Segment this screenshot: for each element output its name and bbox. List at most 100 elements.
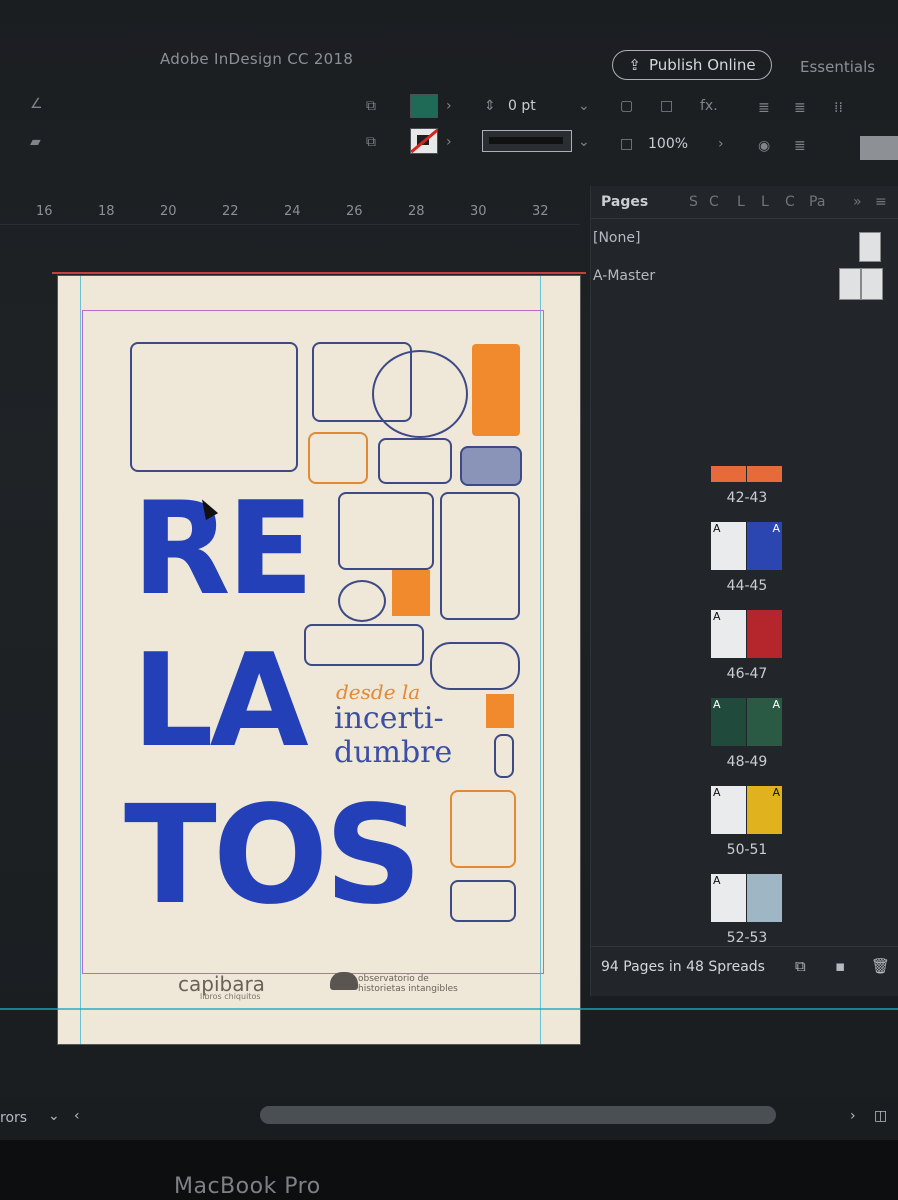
align-icon[interactable]: ⧉: [366, 98, 376, 114]
wrap-object-icon[interactable]: ◉: [758, 138, 770, 154]
chevron-down-icon[interactable]: ⌄: [48, 1108, 60, 1124]
opacity-chevron-icon[interactable]: ›: [718, 136, 724, 152]
grid-icon[interactable]: ⁞⁞: [834, 100, 843, 116]
publish-label: Publish Online: [648, 56, 756, 74]
panel-expand-icon[interactable]: »: [853, 194, 862, 210]
pencil-icon[interactable]: ∠: [30, 96, 43, 112]
spread-label: 46-47: [726, 666, 768, 682]
stroke-type-dropdown[interactable]: [482, 130, 572, 152]
pages-panel-footer: 94 Pages in 48 Spreads ⧉ ▪ 🗑: [591, 946, 898, 987]
stroke-weight-input[interactable]: 0 pt: [508, 98, 536, 114]
new-page-icon[interactable]: ▪: [835, 957, 845, 975]
spread-thumb[interactable]: A: [711, 610, 783, 658]
master-letter: A: [772, 522, 780, 535]
effects-icon[interactable]: fx.: [700, 98, 718, 114]
face-illustration: [430, 642, 520, 690]
tab-l[interactable]: L: [737, 194, 745, 210]
horizontal-guide: [0, 1008, 898, 1010]
master-letter: A: [772, 786, 780, 799]
spread-thumb[interactable]: A A: [711, 698, 783, 746]
opacity-input[interactable]: 100%: [648, 136, 688, 152]
speech-bubble: [378, 438, 452, 484]
tab-c[interactable]: C: [709, 194, 719, 210]
orange-shape: [472, 344, 520, 436]
master-none-thumb[interactable]: [859, 232, 881, 262]
page-thumb: A: [711, 698, 746, 746]
subtitle[interactable]: incerti- dumbre: [334, 702, 452, 770]
face-illustration: [372, 350, 468, 438]
upload-icon: ⇪: [628, 56, 641, 74]
tab-pa[interactable]: Pa: [809, 194, 825, 210]
master-a-left-thumb[interactable]: [839, 268, 861, 300]
rectangle-icon[interactable]: □: [660, 98, 673, 114]
document-page[interactable]: RE LA TOS desde la incerti- dumbre capib…: [52, 272, 586, 1044]
eraser-icon[interactable]: ▰: [30, 134, 41, 150]
horizontal-scrollbar[interactable]: [260, 1106, 776, 1124]
spread-label: 52-53: [726, 930, 768, 944]
frame-fitting-icon[interactable]: ▢: [620, 98, 633, 114]
cloud-logo-icon: [330, 972, 358, 990]
speech-bubble: [460, 446, 522, 486]
stroke-swatch[interactable]: [410, 128, 438, 154]
column-guide: [80, 276, 81, 1044]
tab-c2[interactable]: C: [785, 194, 795, 210]
tab-s[interactable]: S: [689, 194, 698, 210]
title-line-re[interactable]: RE: [132, 486, 314, 614]
edit-page-size-icon[interactable]: ⧉: [795, 957, 806, 975]
macbook-label: MacBook Pro: [174, 1174, 321, 1199]
page-thumb: [747, 874, 782, 922]
stroke-chevron-icon[interactable]: ›: [446, 134, 452, 150]
subtitle-line: dumbre: [334, 735, 453, 770]
stroke-type-chevron-icon[interactable]: ⌄: [578, 134, 590, 150]
master-a[interactable]: A-Master: [593, 268, 655, 284]
ruler-tick: 32: [532, 204, 549, 219]
panel-menu-icon[interactable]: ≡: [875, 194, 887, 210]
app-title: Adobe InDesign CC 2018: [160, 50, 354, 68]
speech-bubble: [440, 492, 520, 620]
publish-online-button[interactable]: ⇪ Publish Online: [612, 50, 772, 80]
text-wrap-icon[interactable]: ≣: [758, 100, 770, 116]
split-window-icon[interactable]: ◫: [874, 1108, 887, 1124]
screen: Adobe InDesign CC 2018 ⇪ Publish Online …: [0, 0, 898, 1140]
speech-bubble: [338, 492, 434, 570]
spread-thumb[interactable]: [711, 466, 783, 482]
observatorio-logo: observatorio de historietas intangibles: [358, 974, 458, 994]
master-none[interactable]: [None]: [593, 230, 640, 246]
tab-l2[interactable]: L: [761, 194, 769, 210]
wrap-jump-icon[interactable]: ≣: [794, 138, 806, 154]
stepper-icon[interactable]: ⇕: [484, 98, 496, 114]
title-line-la[interactable]: LA: [132, 638, 309, 766]
page-thumb: A: [711, 610, 746, 658]
style-dropdown[interactable]: [860, 136, 898, 160]
page-thumb: [747, 610, 782, 658]
spread-label: 50-51: [726, 842, 768, 858]
opacity-checkbox-icon[interactable]: □: [620, 136, 633, 152]
ruler-tick: 18: [98, 204, 115, 219]
preflight-status[interactable]: rors: [0, 1110, 27, 1126]
fill-swatch[interactable]: [410, 94, 438, 118]
workspace-switcher[interactable]: Essentials: [800, 58, 875, 76]
page-thumb: A: [711, 522, 746, 570]
spread-thumb[interactable]: A A: [711, 786, 783, 834]
spread-label: 48-49: [726, 754, 768, 770]
scroll-right-icon[interactable]: ›: [850, 1108, 856, 1124]
tab-pages[interactable]: Pages: [601, 194, 648, 210]
spread-thumb[interactable]: A A: [711, 522, 783, 570]
title-line-tos[interactable]: TOS: [124, 788, 422, 924]
spread-label: 44-45: [726, 578, 768, 594]
capibara-tagline: libros chiquitos: [200, 992, 261, 1001]
master-letter: A: [772, 698, 780, 711]
trash-icon[interactable]: 🗑: [871, 957, 890, 975]
fill-chevron-icon[interactable]: ›: [446, 98, 452, 114]
distribute-icon[interactable]: ⧉: [366, 134, 376, 150]
page-count: 94 Pages in 48 Spreads: [601, 959, 765, 975]
ruler-tick: 20: [160, 204, 177, 219]
logo-line: historietas intangibles: [358, 984, 458, 994]
chevron-down-icon[interactable]: ⌄: [578, 98, 590, 114]
spread-thumb[interactable]: A: [711, 874, 783, 922]
scroll-left-icon[interactable]: ‹: [74, 1108, 80, 1124]
master-a-right-thumb[interactable]: [861, 268, 883, 300]
ruler-tick: 30: [470, 204, 487, 219]
orange-shape: [392, 570, 430, 616]
text-wrap-bounding-icon[interactable]: ≣: [794, 100, 806, 116]
